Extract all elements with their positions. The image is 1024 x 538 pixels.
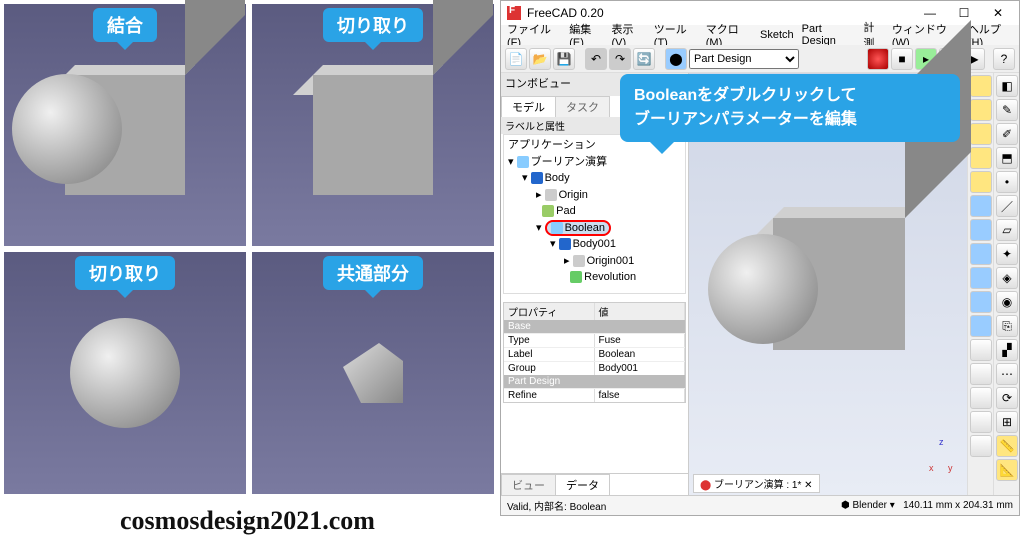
lcs-icon[interactable]: ✦ xyxy=(996,243,1018,265)
edit-sketch-icon[interactable]: ✐ xyxy=(996,123,1018,145)
tree-pad[interactable]: Pad xyxy=(556,205,576,217)
sketch-icon[interactable]: ✎ xyxy=(996,99,1018,121)
example-cut2: 切り取り xyxy=(4,252,246,494)
tree-origin001[interactable]: Origin001 xyxy=(587,255,635,267)
example-label: 切り取り xyxy=(323,8,423,42)
prop-val[interactable]: Fuse xyxy=(595,334,686,347)
example-label: 結合 xyxy=(93,8,157,42)
boolean-icon[interactable] xyxy=(970,435,992,457)
model-tree[interactable]: アプリケーション ▾ ブーリアン演算 ▾ Body ▸ Origin Pad ▾… xyxy=(503,134,686,294)
nav-style-icon[interactable]: ⬢ xyxy=(841,500,850,511)
tab-task[interactable]: タスク xyxy=(555,96,610,117)
helix-icon[interactable] xyxy=(970,171,992,193)
measure-angular-icon[interactable]: 📐 xyxy=(996,459,1018,481)
open-icon[interactable]: 📂 xyxy=(529,48,551,70)
pocket-icon[interactable] xyxy=(970,195,992,217)
tree-body001[interactable]: Body001 xyxy=(573,238,616,250)
tab-model[interactable]: モデル xyxy=(501,96,556,117)
measure-linear-icon[interactable]: 📏 xyxy=(996,435,1018,457)
draft-icon[interactable] xyxy=(970,387,992,409)
sweep-icon[interactable] xyxy=(970,147,992,169)
prop-val[interactable]: Body001 xyxy=(595,362,686,375)
watermark: cosmosdesign2021.com xyxy=(120,506,375,536)
workbench-select[interactable]: Part Design xyxy=(689,49,799,69)
document-tab[interactable]: ⬤ ブーリアン演算 : 1* ✕ xyxy=(693,474,820,493)
tree-boolean[interactable]: Boolean xyxy=(565,222,605,234)
tree-body[interactable]: Body xyxy=(545,172,570,184)
minimize-button[interactable]: — xyxy=(915,3,945,23)
clone-icon[interactable]: ⎘ xyxy=(996,315,1018,337)
pad-icon[interactable] xyxy=(970,75,992,97)
statusbar: Valid, 内部名: Boolean ⬢ Blender ▾ 140.11 m… xyxy=(501,495,1019,515)
tree-revolution[interactable]: Revolution xyxy=(584,271,636,283)
datum-plane-icon[interactable]: ▱ xyxy=(996,219,1018,241)
status-left: Valid, 内部名: Boolean xyxy=(507,498,606,513)
maximize-button[interactable]: ☐ xyxy=(949,3,979,23)
polar-pattern-icon[interactable]: ⟳ xyxy=(996,387,1018,409)
body-icon[interactable]: ◧ xyxy=(996,75,1018,97)
props-col-prop: プロパティ xyxy=(504,303,595,320)
example-label: 共通部分 xyxy=(323,256,423,290)
props-section-base: Base xyxy=(504,320,685,333)
example-label: 切り取り xyxy=(75,256,175,290)
groove-icon[interactable] xyxy=(970,243,992,265)
props-col-val: 値 xyxy=(595,303,686,320)
menu-partdesign[interactable]: Part Design xyxy=(802,23,856,47)
right-toolbar-b: ◧ ✎ ✐ ⬒ • ／ ▱ ✦ ◈ ◉ ⎘ ▞ ⋯ ⟳ ⊞ 📏 📐 xyxy=(993,73,1019,495)
datum-line-icon[interactable]: ／ xyxy=(996,195,1018,217)
fillet-icon[interactable] xyxy=(970,339,992,361)
subsweep-icon[interactable] xyxy=(970,291,992,313)
linear-pattern-icon[interactable]: ⋯ xyxy=(996,363,1018,385)
tree-origin[interactable]: Origin xyxy=(559,189,588,201)
property-panel: プロパティ 値 Base TypeFuse LabelBoolean Group… xyxy=(503,302,686,403)
window-title: FreeCAD 0.20 xyxy=(527,6,604,20)
menu-sketch[interactable]: Sketch xyxy=(760,29,794,41)
subshapebinder-icon[interactable]: ◉ xyxy=(996,291,1018,313)
chamfer-icon[interactable] xyxy=(970,363,992,385)
refresh-icon[interactable]: 🔄 xyxy=(633,48,655,70)
hole-icon[interactable] xyxy=(970,219,992,241)
prop-val[interactable]: Boolean xyxy=(595,348,686,361)
mirror-icon[interactable]: ▞ xyxy=(996,339,1018,361)
tab-view[interactable]: ビュー xyxy=(501,474,556,495)
undo-icon[interactable]: ↶ xyxy=(585,48,607,70)
examples-grid: 結合 切り取り 切り取り 共通部分 xyxy=(0,0,498,498)
record-icon[interactable] xyxy=(867,48,889,70)
loft-icon[interactable] xyxy=(970,123,992,145)
map-sketch-icon[interactable]: ⬒ xyxy=(996,147,1018,169)
example-common: 共通部分 xyxy=(252,252,494,494)
axis-indicator xyxy=(929,441,959,471)
subloft-icon[interactable] xyxy=(970,267,992,289)
status-dims: 140.11 mm x 204.31 mm xyxy=(903,500,1013,511)
prop-key: Group xyxy=(504,362,595,375)
save-icon[interactable]: 💾 xyxy=(553,48,575,70)
menubar: ファイル(F) 編集(E) 表示(V) ツール(T) マクロ(M) Sketch… xyxy=(501,25,1019,45)
nav-style[interactable]: Blender xyxy=(853,500,887,511)
workbench-icon: ⬤ xyxy=(665,48,687,70)
prop-val[interactable]: false xyxy=(595,389,686,402)
tab-close-icon[interactable]: ✕ xyxy=(804,480,812,491)
props-section-pd: Part Design xyxy=(504,375,685,388)
thickness-icon[interactable] xyxy=(970,411,992,433)
revolution-icon[interactable] xyxy=(970,99,992,121)
stop-icon[interactable]: ■ xyxy=(891,48,913,70)
redo-icon[interactable]: ↷ xyxy=(609,48,631,70)
example-union: 結合 xyxy=(4,4,246,246)
new-doc-icon[interactable]: 📄 xyxy=(505,48,527,70)
subhelix-icon[interactable] xyxy=(970,315,992,337)
app-icon xyxy=(507,6,521,20)
prop-key: Type xyxy=(504,334,595,347)
tab-data[interactable]: データ xyxy=(555,474,610,495)
datum-point-icon[interactable]: • xyxy=(996,171,1018,193)
whatsthis-icon[interactable]: ? xyxy=(993,48,1015,70)
prop-key: Label xyxy=(504,348,595,361)
instruction-callout: Booleanをダブルクリックして ブーリアンパラメーターを編集 xyxy=(620,74,960,142)
prop-key: Refine xyxy=(504,389,595,402)
shapebinder-icon[interactable]: ◈ xyxy=(996,267,1018,289)
tree-doc[interactable]: ブーリアン演算 xyxy=(531,156,608,168)
example-cut1: 切り取り xyxy=(252,4,494,246)
multi-transform-icon[interactable]: ⊞ xyxy=(996,411,1018,433)
close-button[interactable]: ✕ xyxy=(983,3,1013,23)
combo-title-label: コンボビュー xyxy=(505,75,571,94)
